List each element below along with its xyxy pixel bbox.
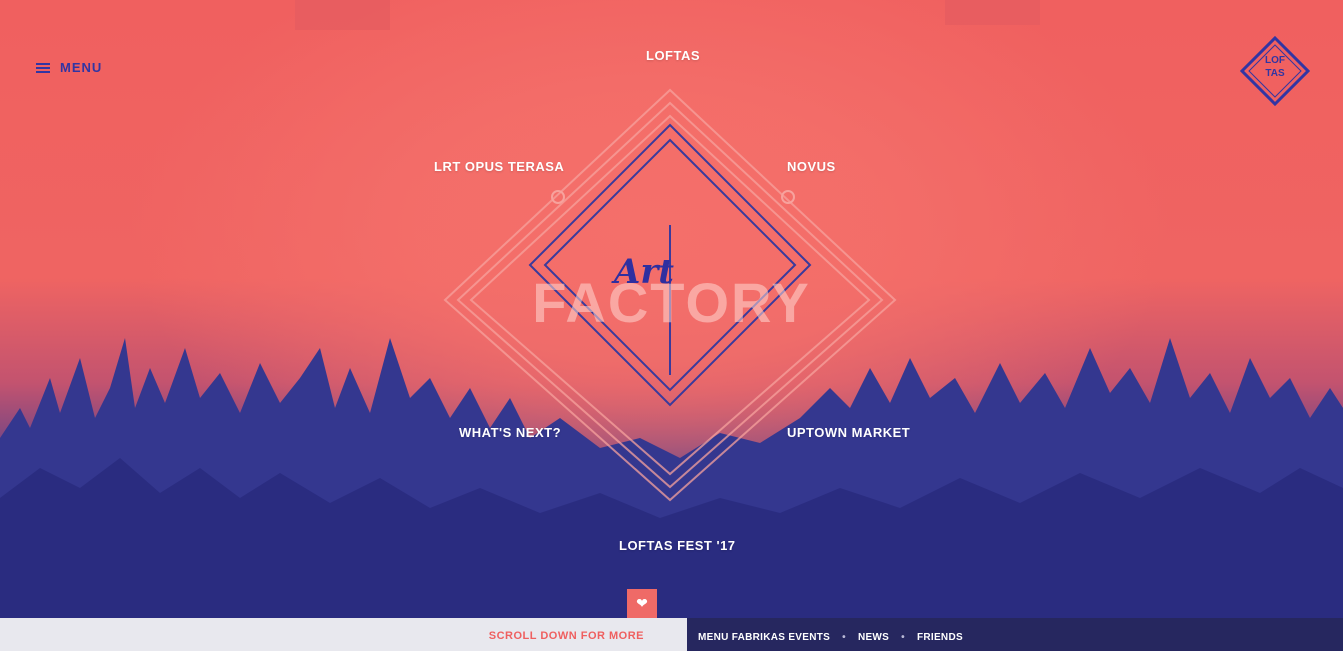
heart-icon: ❤ bbox=[636, 595, 648, 611]
footer-separator: • bbox=[901, 632, 905, 643]
loftas-brand-logo[interactable]: LOF TAS bbox=[1239, 35, 1311, 107]
menu-label: MENU bbox=[60, 60, 103, 75]
scroll-down-button[interactable]: ❤ bbox=[627, 589, 657, 618]
footer-nav: MENU FABRIKAS EVENTS • NEWS • FRIENDS bbox=[698, 632, 963, 643]
footer-link-friends[interactable]: FRIENDS bbox=[917, 632, 963, 643]
brand-text-line-2: TAS bbox=[1265, 68, 1285, 79]
footer-link-news[interactable]: NEWS bbox=[858, 632, 889, 643]
nav-link-uptown-market[interactable]: UPTOWN MARKET bbox=[787, 425, 910, 440]
hero-banner: FACTORY Art MENU LOF TAS LOFTAS LRT OPUS… bbox=[0, 0, 1343, 618]
stage-light-panel bbox=[945, 0, 1040, 25]
brand-text-line-1: LOF bbox=[1265, 55, 1285, 66]
scroll-down-label[interactable]: SCROLL DOWN FOR MORE bbox=[489, 630, 644, 642]
footer-nav-bar: MENU FABRIKAS EVENTS • NEWS • FRIENDS bbox=[657, 618, 1343, 651]
hamburger-icon bbox=[36, 62, 50, 73]
nav-link-whats-next[interactable]: WHAT'S NEXT? bbox=[459, 425, 561, 440]
nav-link-novus[interactable]: NOVUS bbox=[787, 159, 836, 174]
footer-edge bbox=[657, 618, 687, 651]
nav-link-loftas-fest[interactable]: LOFTAS FEST '17 bbox=[619, 538, 736, 553]
nav-link-lrt-opus-terasa[interactable]: LRT OPUS TERASA bbox=[434, 159, 564, 174]
logo-script-word: Art bbox=[614, 252, 674, 292]
logo-rivet-icon bbox=[551, 190, 565, 204]
footer-separator: • bbox=[842, 632, 846, 643]
footer-link-menu-fabrikas-events[interactable]: MENU FABRIKAS EVENTS bbox=[698, 632, 830, 643]
menu-button[interactable]: MENU bbox=[36, 60, 102, 75]
stage-light-panel bbox=[295, 0, 390, 30]
scroll-hint-bar: SCROLL DOWN FOR MORE bbox=[0, 618, 657, 651]
nav-link-loftas[interactable]: LOFTAS bbox=[646, 48, 700, 63]
